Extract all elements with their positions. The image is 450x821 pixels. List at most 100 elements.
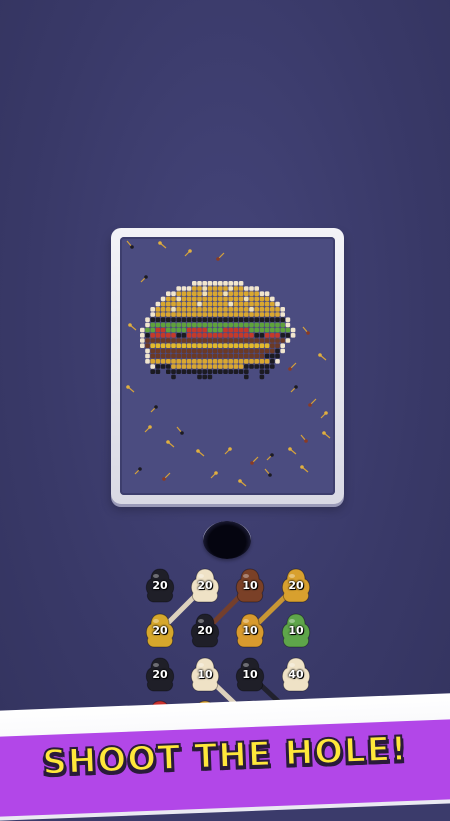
burger-pixel	[218, 307, 223, 312]
burger-pixel	[238, 281, 244, 286]
burger-pixel	[264, 296, 270, 302]
burger-pixel	[160, 296, 166, 302]
shooter-blob[interactable]: 10	[188, 656, 222, 694]
burger-pixel	[181, 322, 187, 328]
burger-pixel	[228, 353, 233, 359]
shooter-blob[interactable]: 20	[143, 567, 177, 605]
burger-pixel	[244, 317, 249, 322]
burger-pixel	[228, 301, 233, 307]
burger-pixel	[207, 317, 213, 322]
shooter-blob[interactable]: 20	[188, 567, 222, 605]
black-hole-target[interactable]	[203, 521, 251, 559]
burger-pixel	[259, 327, 265, 333]
burger-pixel	[223, 312, 228, 317]
shooter-blob[interactable]: 40	[279, 656, 313, 694]
burger-pixel	[171, 291, 176, 296]
burger-pixel	[228, 317, 233, 322]
burger-pixel	[160, 307, 166, 312]
flying-pin-head	[214, 471, 218, 475]
shooter-count: 10	[242, 668, 258, 681]
burger-pixel	[166, 322, 171, 328]
burger-pixel	[280, 312, 285, 317]
burger-pixel	[197, 364, 202, 369]
flying-pin-head	[158, 241, 162, 245]
burger-pixel	[280, 327, 285, 333]
burger-pixel	[218, 281, 223, 286]
burger-pixel	[270, 343, 275, 348]
burger-pixel	[244, 296, 249, 302]
shooter-count: 20	[197, 624, 213, 637]
burger-pixel	[244, 374, 249, 380]
burger-pixel	[254, 359, 259, 364]
burger-pixel	[202, 286, 207, 291]
shooter-blob[interactable]: 20	[279, 567, 313, 605]
burger-pixel	[202, 364, 207, 369]
burger-pixel	[166, 291, 171, 296]
burger-pixel	[223, 348, 228, 354]
burger-pixel	[160, 301, 166, 307]
flying-pin-head	[154, 405, 158, 409]
shooter-blob[interactable]: 10	[279, 612, 313, 650]
shooter-blob[interactable]: 10	[233, 567, 267, 605]
burger-pixel	[192, 348, 197, 354]
burger-pixel	[244, 364, 249, 369]
burger-pixel	[150, 369, 155, 374]
burger-pixel	[270, 296, 275, 302]
flying-pin-head	[148, 425, 152, 429]
burger-pixel	[238, 291, 244, 296]
burger-pixel	[223, 296, 228, 302]
flying-pin-head	[268, 473, 272, 477]
burger-pixel	[223, 338, 228, 343]
burger-pixel	[228, 291, 233, 296]
burger-pixel	[181, 369, 187, 374]
burger-pixel	[218, 327, 223, 333]
burger-pixel	[228, 327, 233, 333]
shooter-blob[interactable]: 10	[233, 656, 267, 694]
burger-pixel	[207, 312, 213, 317]
shooter-blob[interactable]: 10	[233, 612, 267, 650]
burger-pixel	[264, 353, 270, 359]
burger-pixel	[223, 353, 228, 359]
burger-pixel	[254, 338, 259, 343]
burger-pixel	[160, 317, 166, 322]
burger-pixel	[223, 327, 228, 333]
burger-pixel	[176, 353, 181, 359]
burger-pixel	[249, 312, 254, 317]
burger-pixel	[207, 296, 213, 302]
shooter-count: 10	[242, 579, 258, 592]
burger-pixel	[197, 348, 202, 354]
burger-pixel	[145, 327, 150, 333]
burger-pixel	[233, 296, 239, 302]
burger-pixel	[233, 327, 239, 333]
burger-pixel	[197, 353, 202, 359]
burger-pixel	[249, 364, 254, 369]
burger-pixel	[233, 353, 239, 359]
burger-pixel	[244, 359, 249, 364]
burger-pixel	[176, 286, 181, 291]
burger-pixel	[249, 301, 254, 307]
burger-pixel	[259, 301, 265, 307]
burger-pixel	[275, 327, 280, 333]
burger-pixel	[171, 343, 176, 348]
burger-pixel	[244, 322, 249, 328]
burger-pixel	[155, 343, 161, 348]
flying-pin-head	[238, 479, 242, 483]
burger-pixel	[233, 359, 239, 364]
burger-pixel	[181, 301, 187, 307]
burger-pixel	[244, 301, 249, 307]
burger-pixel	[176, 301, 181, 307]
shooter-blob[interactable]: 20	[143, 612, 177, 650]
burger-pixel	[238, 301, 244, 307]
burger-pixel	[150, 333, 155, 338]
burger-pixel	[186, 307, 192, 312]
burger-pixel	[212, 281, 218, 286]
burger-pixel	[218, 353, 223, 359]
burger-pixel	[176, 317, 181, 322]
shooter-blob[interactable]: 20	[143, 656, 177, 694]
flying-pin-head	[270, 453, 274, 457]
burger-pixel	[275, 353, 280, 359]
burger-pixel	[176, 348, 181, 354]
burger-pixel	[280, 307, 285, 312]
shooter-blob[interactable]: 20	[188, 612, 222, 650]
burger-pixel	[192, 281, 197, 286]
